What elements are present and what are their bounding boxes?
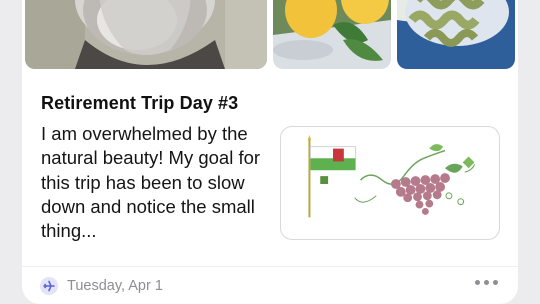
entry-body: I am overwhelmed by the natural beauty! …	[41, 123, 261, 242]
more-icon[interactable]	[475, 280, 498, 285]
flag-and-grapes-sticker[interactable]	[280, 126, 500, 240]
photo-strip	[22, 0, 518, 69]
entry-date: Tuesday, Apr 1	[67, 278, 163, 294]
pasta-photo[interactable]	[397, 0, 515, 69]
airplane-icon	[40, 277, 58, 295]
lemons-photo[interactable]	[273, 0, 391, 69]
entry-footer: Tuesday, Apr 1	[40, 275, 163, 297]
entry-title: Retirement Trip Day #3	[41, 93, 239, 113]
footer-divider	[22, 266, 518, 267]
bearded-man-photo[interactable]	[25, 0, 267, 69]
journal-entry-card[interactable]: Retirement Trip Day #3 I am overwhelmed …	[22, 0, 518, 304]
